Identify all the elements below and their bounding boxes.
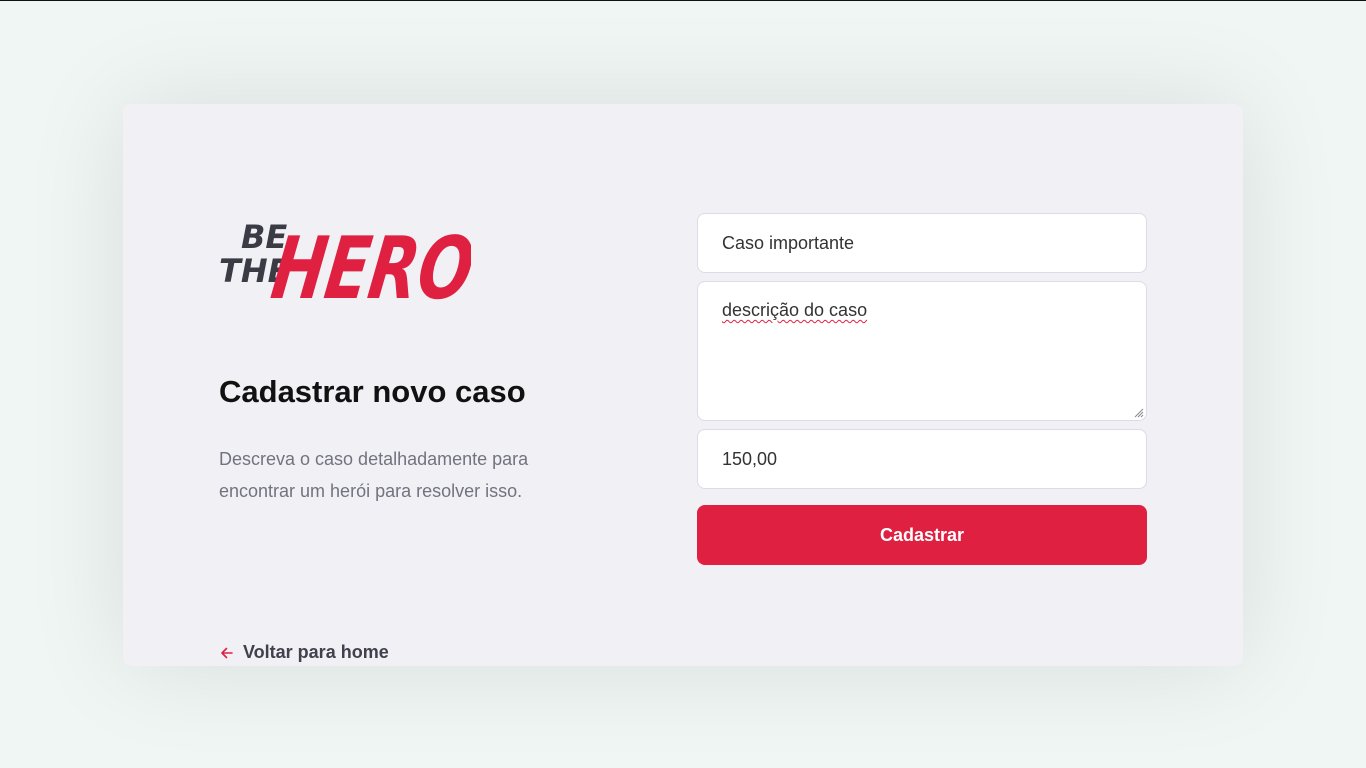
incident-description-textarea[interactable]: descrição do caso (697, 281, 1147, 421)
intro-section: BE THE HERO Cadastrar novo caso Descreva… (219, 198, 579, 662)
arrow-left-icon (221, 647, 233, 658)
page-description: Descreva o caso detalhadamente para enco… (219, 449, 529, 501)
submit-button[interactable]: Cadastrar (697, 505, 1147, 565)
be-the-hero-logo: BE THE HERO (219, 218, 471, 308)
incident-amount-input[interactable]: 150,00 (697, 429, 1147, 489)
incident-title-input[interactable]: Caso importante (697, 213, 1147, 273)
window-top-border (0, 0, 1366, 1)
logo-hero-text: HERO (266, 219, 471, 308)
incident-title-value: Caso importante (722, 233, 855, 253)
page-title: Cadastrar novo caso (219, 374, 526, 409)
new-incident-card: BE THE HERO Cadastrar novo caso Descreva… (123, 104, 1243, 666)
incident-amount-value: 150,00 (722, 449, 778, 469)
resize-handle-icon[interactable] (1134, 408, 1144, 418)
back-to-home-link[interactable]: Voltar para home (219, 642, 389, 663)
back-to-home-label: Voltar para home (243, 642, 389, 662)
incident-description-value: descrição do caso (722, 300, 868, 320)
